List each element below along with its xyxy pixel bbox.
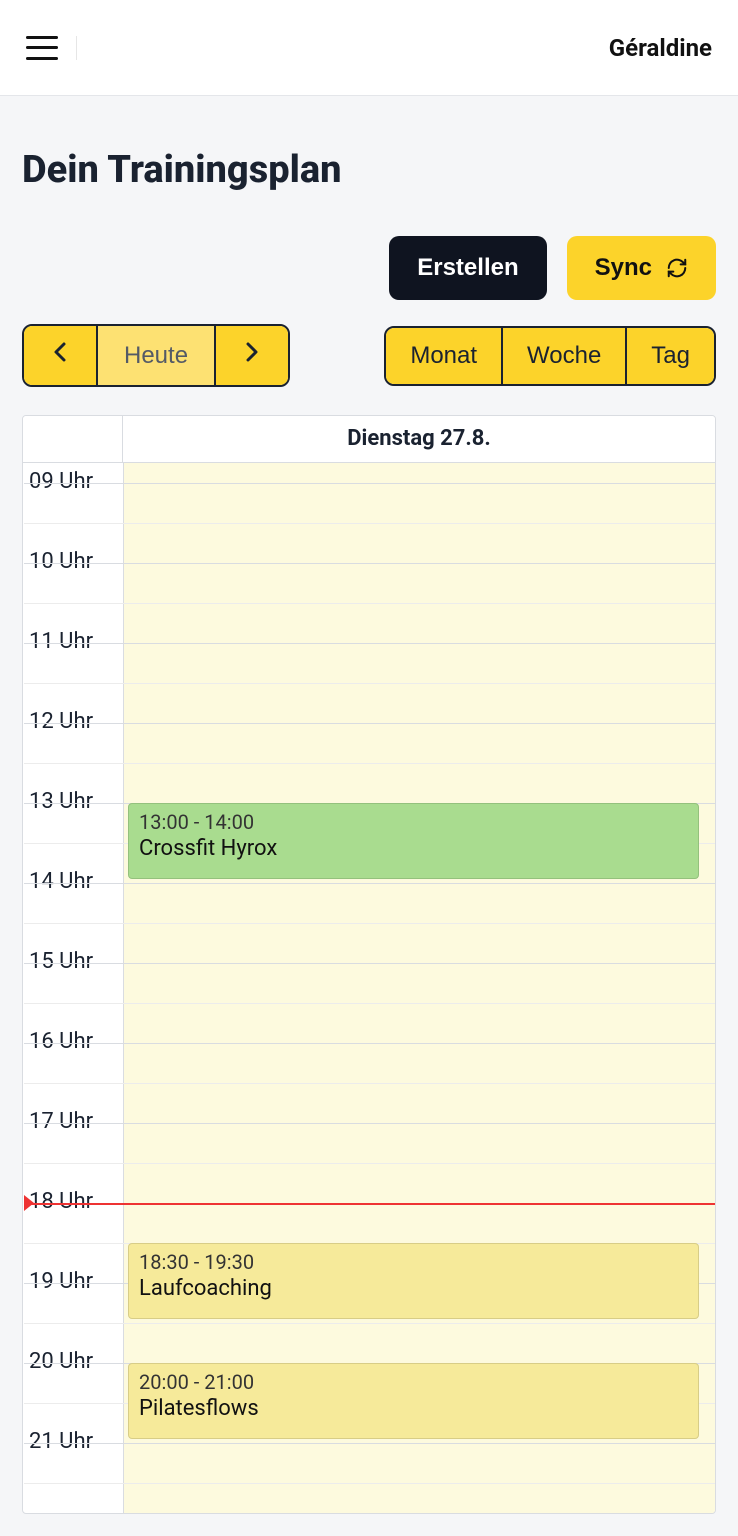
hour-line xyxy=(24,643,715,644)
next-button[interactable] xyxy=(214,326,288,385)
calendar-event[interactable]: 18:30 - 19:30Laufcoaching xyxy=(128,1243,699,1319)
calendar-corner xyxy=(23,416,123,462)
refresh-icon xyxy=(666,257,688,279)
hour-line xyxy=(24,883,715,884)
view-week-label: Woche xyxy=(527,342,601,369)
half-hour-line xyxy=(24,523,715,524)
nav-row: Heute Monat Woche Tag xyxy=(22,324,716,387)
actions-row: Erstellen Sync xyxy=(22,236,716,300)
hour-label: 13 Uhr xyxy=(23,789,123,814)
calendar-header: Dienstag 27.8. xyxy=(23,416,715,463)
date-nav-group: Heute xyxy=(22,324,290,387)
sync-button-label: Sync xyxy=(595,254,652,282)
content: Dein Trainingsplan Erstellen Sync Heute xyxy=(0,96,738,1536)
hour-label: 19 Uhr xyxy=(23,1269,123,1294)
view-month-label: Monat xyxy=(410,342,477,369)
event-time: 13:00 - 14:00 xyxy=(139,810,688,834)
hour-label: 10 Uhr xyxy=(23,549,123,574)
hour-line xyxy=(24,1123,715,1124)
username-label[interactable]: Géraldine xyxy=(609,34,712,62)
event-title: Crossfit Hyrox xyxy=(139,836,688,861)
event-title: Laufcoaching xyxy=(139,1276,688,1301)
half-hour-line xyxy=(24,603,715,604)
menu-icon[interactable] xyxy=(26,36,77,60)
day-column[interactable]: 13:00 - 14:00Crossfit Hyrox 18:30 - 19:30… xyxy=(123,463,715,1513)
hour-label: 15 Uhr xyxy=(23,949,123,974)
hour-label: 12 Uhr xyxy=(23,709,123,734)
half-hour-line xyxy=(24,763,715,764)
hour-label: 09 Uhr xyxy=(23,469,123,494)
event-time: 20:00 - 21:00 xyxy=(139,1370,688,1394)
create-button-label: Erstellen xyxy=(417,254,518,282)
today-label: Heute xyxy=(124,342,188,369)
hour-label: 20 Uhr xyxy=(23,1349,123,1374)
half-hour-line xyxy=(24,683,715,684)
event-time: 18:30 - 19:30 xyxy=(139,1250,688,1274)
half-hour-line xyxy=(24,1003,715,1004)
calendar-event[interactable]: 13:00 - 14:00Crossfit Hyrox xyxy=(128,803,699,879)
view-day-label: Tag xyxy=(651,342,690,369)
current-time-line xyxy=(24,1203,715,1205)
hour-label: 16 Uhr xyxy=(23,1029,123,1054)
prev-button[interactable] xyxy=(24,326,96,385)
time-column: 09 Uhr 10 Uhr 11 Uhr 12 Uhr 13 Uhr 14 Uhr 15 U… xyxy=(23,463,123,1513)
half-hour-line xyxy=(24,923,715,924)
chevron-right-icon xyxy=(244,340,260,364)
topbar: Géraldine xyxy=(0,0,738,96)
hour-line xyxy=(24,1043,715,1044)
hour-label: 21 Uhr xyxy=(23,1429,123,1454)
half-hour-line xyxy=(24,1323,715,1324)
hour-line xyxy=(24,1443,715,1444)
hour-label: 14 Uhr xyxy=(23,869,123,894)
hour-label: 18 Uhr xyxy=(23,1189,123,1214)
calendar: Dienstag 27.8. 09 Uhr10 Uhr11 Uhr12 Uhr1… xyxy=(22,415,716,1514)
create-button[interactable]: Erstellen xyxy=(389,236,546,300)
calendar-day-header: Dienstag 27.8. xyxy=(123,416,715,462)
hour-label: 11 Uhr xyxy=(23,629,123,654)
hour-line xyxy=(24,483,715,484)
view-day-button[interactable]: Tag xyxy=(625,328,714,384)
half-hour-line xyxy=(24,1483,715,1484)
hour-label: 17 Uhr xyxy=(23,1109,123,1134)
view-switch-group: Monat Woche Tag xyxy=(384,326,716,386)
half-hour-line xyxy=(24,1163,715,1164)
half-hour-line xyxy=(24,1083,715,1084)
calendar-body: 09 Uhr 10 Uhr 11 Uhr 12 Uhr 13 Uhr 14 Uhr 15 U… xyxy=(23,463,715,1513)
sync-button[interactable]: Sync xyxy=(567,236,716,300)
view-month-button[interactable]: Monat xyxy=(386,328,501,384)
hour-line xyxy=(24,723,715,724)
calendar-event[interactable]: 20:00 - 21:00Pilatesflows xyxy=(128,1363,699,1439)
page-title: Dein Trainingsplan xyxy=(22,148,716,192)
hour-line xyxy=(24,563,715,564)
view-week-button[interactable]: Woche xyxy=(501,328,625,384)
chevron-left-icon xyxy=(52,340,68,364)
today-button[interactable]: Heute xyxy=(96,326,214,385)
hour-line xyxy=(24,963,715,964)
event-title: Pilatesflows xyxy=(139,1396,688,1421)
current-time-marker-icon xyxy=(24,1195,34,1211)
